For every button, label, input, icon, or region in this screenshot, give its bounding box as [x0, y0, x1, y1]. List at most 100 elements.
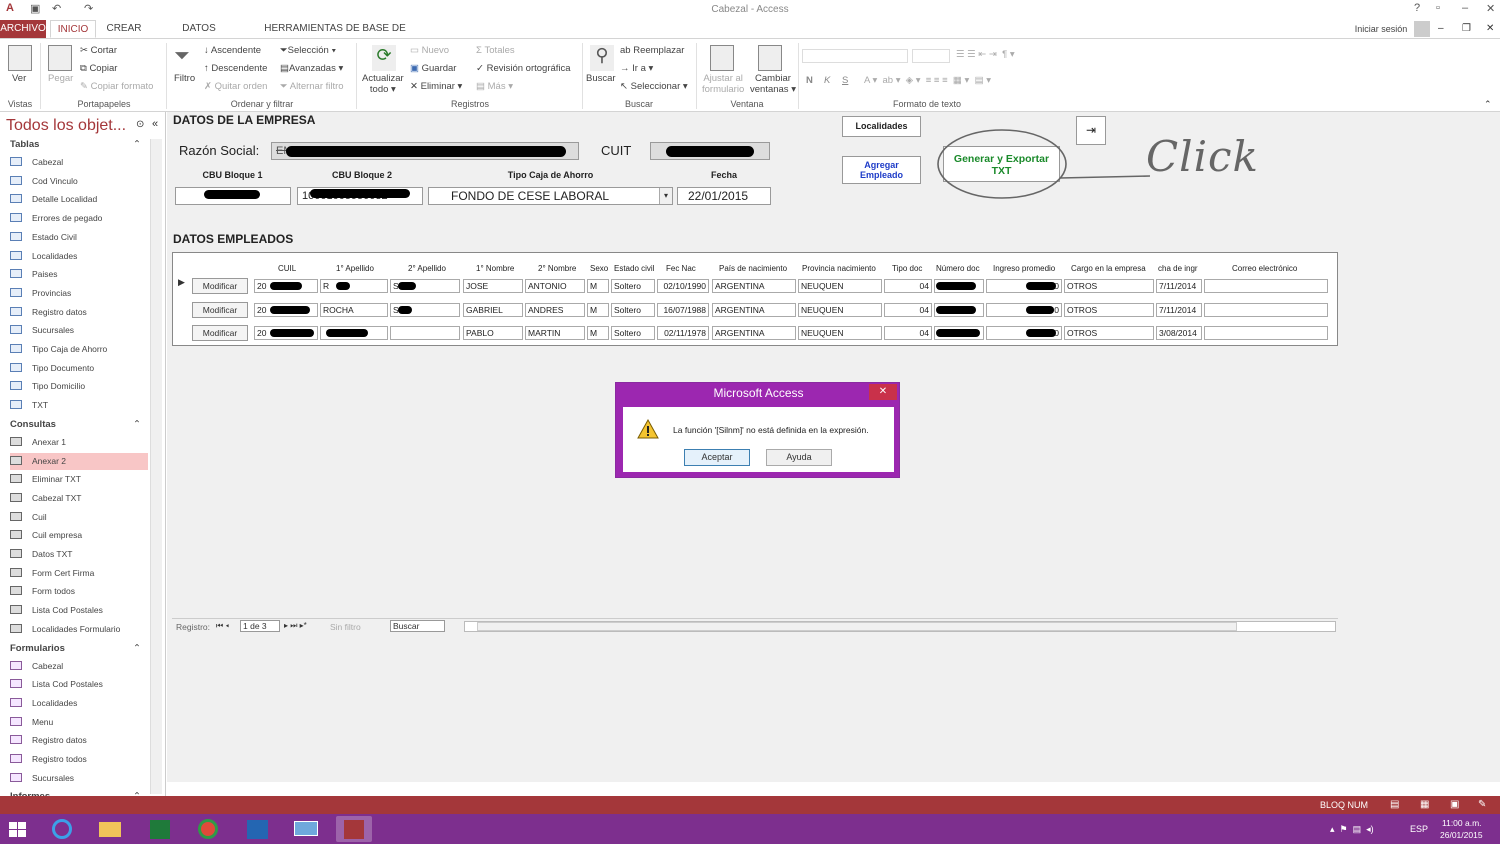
- tab-herramientas[interactable]: HERRAMIENTAS DE BASE DE DATOS: [252, 20, 418, 52]
- delete-record-button[interactable]: ✕ Eliminar ▾: [410, 81, 462, 92]
- refresh-all-button[interactable]: Actualizar todo ▾: [362, 73, 404, 95]
- nav-item[interactable]: Datos TXT: [10, 546, 148, 563]
- section-collapse-icon[interactable]: ⌃: [133, 419, 141, 430]
- modificar-button[interactable]: Modificar: [192, 278, 248, 294]
- first-record-icon[interactable]: ⏮ ◂: [216, 621, 229, 631]
- nav-scrollbar[interactable]: [150, 139, 162, 794]
- cell-fing[interactable]: 7/11/2014: [1156, 302, 1202, 317]
- cell-pais[interactable]: ARGENTINA: [712, 302, 796, 317]
- nav-item[interactable]: Localidades: [10, 695, 148, 712]
- nav-item[interactable]: Tipo Domicilio: [10, 378, 148, 395]
- cell-correo[interactable]: [1204, 302, 1328, 317]
- tab-archivo[interactable]: ARCHIVO: [0, 20, 46, 38]
- paste-button[interactable]: Pegar: [48, 73, 73, 84]
- nav-item[interactable]: Registro datos: [10, 732, 148, 749]
- cell-tdoc[interactable]: 04: [884, 302, 932, 317]
- font-name-select[interactable]: [802, 49, 908, 63]
- fit-form-button[interactable]: Ajustar al formulario: [702, 73, 744, 95]
- column-header[interactable]: Correo electrónico: [1232, 264, 1297, 273]
- table-row[interactable]: Modificar 20 ROCHA S GABRIEL ANDRES M Soltero 16…: [174, 299, 1338, 322]
- table-row[interactable]: Modificar 20 PABLO MARTIN M Soltero 02/11/1978…: [174, 322, 1338, 345]
- cell-fnac[interactable]: 02/10/1990: [657, 279, 709, 293]
- sign-in-link[interactable]: Iniciar sesión: [1348, 20, 1414, 38]
- nav-item[interactable]: Menu: [10, 714, 148, 731]
- modificar-button[interactable]: Modificar: [192, 301, 248, 318]
- agregar-empleado-button[interactable]: Agregar Empleado: [842, 156, 921, 184]
- cell-fing[interactable]: 3/08/2014: [1156, 326, 1202, 340]
- column-header[interactable]: 2° Nombre: [538, 264, 576, 273]
- search-box[interactable]: Buscar: [390, 620, 445, 632]
- nav-item[interactable]: Cod Vinculo: [10, 173, 148, 190]
- fecha-field[interactable]: 22/01/2015: [677, 187, 771, 205]
- new-record-button[interactable]: ▭ Nuevo: [410, 45, 449, 56]
- cell-ap1[interactable]: ROCHA: [320, 302, 388, 317]
- nav-section-header[interactable]: Consultas: [10, 419, 56, 430]
- column-header[interactable]: 1° Apellido: [336, 264, 374, 273]
- column-header[interactable]: Tipo doc: [892, 264, 922, 273]
- tab-crear[interactable]: CREAR: [102, 20, 146, 38]
- cell-n1[interactable]: GABRIEL: [463, 302, 523, 317]
- font-color-icon[interactable]: A ▾ ab ▾ ◈ ▾ ≡ ≡ ≡ ▦ ▾ ▤ ▾: [864, 75, 991, 86]
- cell-fing[interactable]: 7/11/2014: [1156, 279, 1202, 293]
- cell-prov[interactable]: NEUQUEN: [798, 326, 882, 340]
- cell-n2[interactable]: ANDRES: [525, 302, 585, 317]
- internet-explorer-icon[interactable]: [44, 816, 80, 842]
- nav-item[interactable]: Tipo Documento: [10, 360, 148, 377]
- nav-item[interactable]: Lista Cod Postales: [10, 676, 148, 693]
- advanced-button[interactable]: ▤Avanzadas ▾: [280, 63, 343, 74]
- tab-inicio[interactable]: INICIO: [50, 20, 96, 38]
- localidades-button[interactable]: Localidades: [842, 116, 921, 137]
- section-collapse-icon[interactable]: ⌃: [133, 139, 141, 150]
- cell-civil[interactable]: Soltero: [611, 279, 655, 293]
- nav-title[interactable]: Todos los objet...: [6, 117, 126, 135]
- clock-time[interactable]: 11:00 a.m.: [1442, 818, 1482, 828]
- cell-fnac[interactable]: 02/11/1978: [657, 326, 709, 340]
- cell-sexo[interactable]: M: [587, 279, 609, 293]
- nav-item[interactable]: Cuil: [10, 509, 148, 526]
- column-header[interactable]: CUIL: [278, 264, 296, 273]
- remote-desktop-icon[interactable]: [288, 816, 324, 842]
- cell-n1[interactable]: PABLO: [463, 326, 523, 340]
- column-header[interactable]: 2° Apellido: [408, 264, 446, 273]
- cell-correo[interactable]: [1204, 279, 1328, 293]
- nav-item[interactable]: Sucursales: [10, 322, 148, 339]
- filter-button[interactable]: Filtro: [174, 73, 195, 84]
- record-position[interactable]: 1 de 3: [240, 620, 280, 632]
- cell-pais[interactable]: ARGENTINA: [712, 279, 796, 293]
- column-header[interactable]: 1° Nombre: [476, 264, 514, 273]
- language-indicator[interactable]: ESP: [1410, 824, 1428, 834]
- nav-section-header[interactable]: Formularios: [10, 643, 65, 654]
- cut-button[interactable]: ✂ Cortar: [80, 45, 117, 56]
- help-button[interactable]: Ayuda: [766, 449, 832, 466]
- modificar-button[interactable]: Modificar: [192, 325, 248, 341]
- nav-item[interactable]: Form todos: [10, 583, 148, 600]
- nav-item[interactable]: Sucursales: [10, 770, 148, 787]
- italic-button[interactable]: K: [824, 75, 830, 86]
- nav-item[interactable]: Cabezal TXT: [10, 490, 148, 507]
- font-size-select[interactable]: [912, 49, 950, 63]
- underline-button[interactable]: S: [842, 75, 848, 86]
- avatar[interactable]: [1414, 21, 1430, 37]
- design-view-icon[interactable]: ✎: [1478, 799, 1486, 810]
- spelling-button[interactable]: ✓ Revisión ortográfica: [476, 63, 571, 74]
- cell-tdoc[interactable]: 04: [884, 326, 932, 340]
- nav-dropdown-icon[interactable]: ⊙: [136, 119, 144, 130]
- chevron-down-icon[interactable]: ▾: [659, 188, 672, 204]
- cell-ap2[interactable]: [390, 326, 460, 340]
- cell-tdoc[interactable]: 04: [884, 279, 932, 293]
- chrome-icon[interactable]: [190, 816, 226, 842]
- format-painter-button[interactable]: ✎ Copiar formato: [80, 81, 153, 92]
- minimize-icon[interactable]: –: [1438, 23, 1444, 34]
- excel-icon[interactable]: [142, 816, 178, 842]
- nav-item[interactable]: Form Cert Firma: [10, 565, 148, 582]
- column-header[interactable]: Cargo en la empresa: [1071, 264, 1146, 273]
- nav-item[interactable]: Cabezal: [10, 154, 148, 171]
- select-button[interactable]: ↖ Seleccionar ▾: [620, 81, 688, 92]
- column-header[interactable]: Estado civil: [614, 264, 654, 273]
- nav-item[interactable]: Detalle Localidad: [10, 191, 148, 208]
- cell-pais[interactable]: ARGENTINA: [712, 326, 796, 340]
- nav-item[interactable]: Registro datos: [10, 304, 148, 321]
- datasheet-view-icon[interactable]: ▦: [1420, 799, 1429, 810]
- horizontal-scrollbar[interactable]: [464, 621, 1336, 632]
- nav-item[interactable]: TXT: [10, 397, 148, 414]
